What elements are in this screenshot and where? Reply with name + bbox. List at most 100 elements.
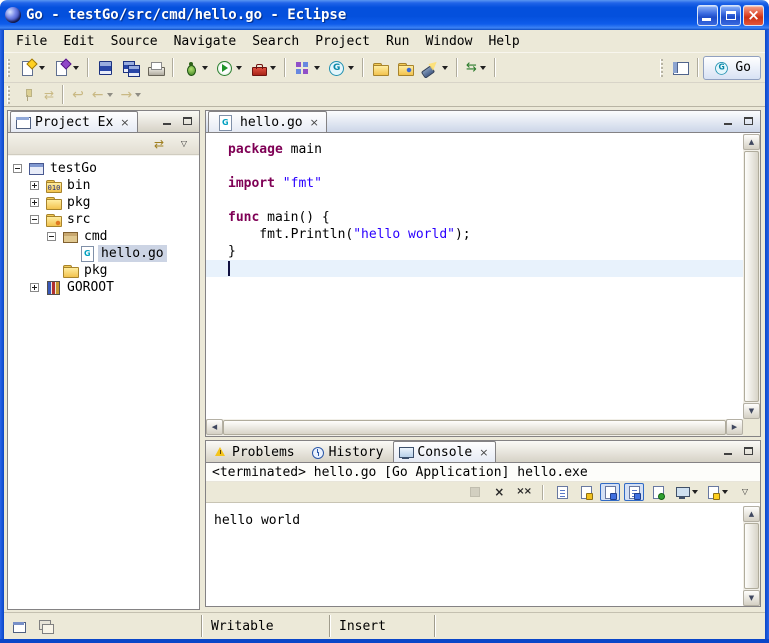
tree-item-hello-go[interactable]: hello.go <box>8 245 199 262</box>
maximize-button[interactable] <box>720 5 741 26</box>
console-view-menu-button[interactable]: ▽ <box>735 483 755 501</box>
titlebar[interactable]: Go - testGo/src/cmd/hello.go - Eclipse × <box>0 0 769 30</box>
new-wizard-button[interactable] <box>15 56 49 80</box>
open-resource-button[interactable] <box>368 56 393 80</box>
tree-expander-icon[interactable] <box>30 198 39 207</box>
display-console-button[interactable] <box>672 483 701 501</box>
toolbar-grip[interactable] <box>660 59 663 77</box>
tree-expander-icon[interactable] <box>30 181 39 190</box>
clear-console-button[interactable] <box>552 483 572 501</box>
editor-vscrollbar[interactable]: ▲ ▼ <box>743 134 760 419</box>
maximize-view-button[interactable] <box>179 114 195 128</box>
last-edit-location-button[interactable]: ↩ <box>68 85 88 105</box>
tree-expander-icon[interactable] <box>30 215 39 224</box>
code-line[interactable]: import "fmt" <box>206 175 743 192</box>
code-line[interactable]: package main <box>206 141 743 158</box>
open-console-button[interactable] <box>705 483 731 501</box>
menu-item-window[interactable]: Window <box>417 32 480 51</box>
tab-hello-go[interactable]: hello.go × <box>208 111 327 132</box>
close-tab-icon[interactable]: × <box>310 117 319 128</box>
code-area[interactable]: package main import "fmt" func main() { fm… <box>206 134 743 419</box>
code-line[interactable] <box>206 192 743 209</box>
vscroll-thumb[interactable] <box>744 151 759 402</box>
go-perspective-button[interactable]: Go <box>703 56 761 80</box>
code-line[interactable]: func main() { <box>206 209 743 226</box>
menu-item-navigate[interactable]: Navigate <box>166 32 245 51</box>
code-line[interactable]: } <box>206 243 743 260</box>
close-tab-icon[interactable]: × <box>479 447 488 458</box>
menu-item-file[interactable]: File <box>8 32 55 51</box>
scroll-lock-button[interactable] <box>576 483 596 501</box>
new-element-button[interactable] <box>49 56 83 80</box>
minimize-view-button[interactable] <box>720 444 736 458</box>
tree-item-cmd[interactable]: cmd <box>8 228 199 245</box>
scroll-up-icon[interactable]: ▲ <box>743 506 760 522</box>
search-button[interactable] <box>418 56 452 80</box>
maximize-view-button[interactable] <box>740 114 756 128</box>
tab-history[interactable]: History <box>305 441 392 462</box>
editor-hscrollbar[interactable]: ◀ ▶ <box>206 419 743 436</box>
menu-item-search[interactable]: Search <box>244 32 307 51</box>
remove-all-launches-button[interactable]: ×× <box>513 483 534 501</box>
console-output[interactable]: hello world ▲ ▼ <box>206 506 760 606</box>
scroll-down-icon[interactable]: ▼ <box>743 590 760 606</box>
scroll-left-icon[interactable]: ◀ <box>206 419 223 435</box>
tree-item-pkg[interactable]: pkg <box>8 262 199 279</box>
close-tab-icon[interactable]: × <box>120 117 129 128</box>
tree-expander-icon[interactable] <box>47 232 56 241</box>
print-button[interactable] <box>143 56 168 80</box>
code-line[interactable] <box>206 260 743 277</box>
open-perspective-button[interactable] <box>668 56 693 80</box>
tree-item-goroot[interactable]: GOROOT <box>8 279 199 296</box>
maximize-view-button[interactable] <box>740 444 756 458</box>
tree-item-src[interactable]: src <box>8 211 199 228</box>
menu-item-run[interactable]: Run <box>378 32 417 51</box>
show-output-button[interactable] <box>624 483 644 501</box>
tree-item-bin[interactable]: bin <box>8 177 199 194</box>
scroll-down-icon[interactable]: ▼ <box>743 403 760 419</box>
tree-item-testgo[interactable]: testGo <box>8 160 199 177</box>
sync-button[interactable]: ⇆ <box>462 56 490 80</box>
close-button[interactable]: × <box>743 5 764 26</box>
run-button[interactable] <box>212 56 246 80</box>
external-tools-button[interactable] <box>246 56 280 80</box>
hscroll-thumb[interactable] <box>223 420 726 435</box>
launch-status-icon[interactable] <box>37 618 54 635</box>
save-all-button[interactable] <box>118 56 143 80</box>
tree-expander-icon[interactable] <box>30 283 39 292</box>
code-line[interactable]: fmt.Println("hello world"); <box>206 226 743 243</box>
pin-editor-button[interactable] <box>15 85 40 105</box>
minimize-button[interactable] <box>697 5 718 26</box>
menu-item-project[interactable]: Project <box>307 32 378 51</box>
pin-console-button[interactable] <box>648 483 668 501</box>
menu-item-edit[interactable]: Edit <box>55 32 102 51</box>
debug-button[interactable] <box>178 56 212 80</box>
toolbar-grip[interactable] <box>7 86 10 104</box>
minimize-view-button[interactable] <box>720 114 736 128</box>
console-vscrollbar[interactable]: ▲ ▼ <box>743 506 760 606</box>
terminate-button[interactable] <box>465 483 485 501</box>
remove-launch-button[interactable]: × <box>489 483 509 501</box>
save-button[interactable] <box>93 56 118 80</box>
tree-item-pkg[interactable]: pkg <box>8 194 199 211</box>
tab-project-explorer[interactable]: Project Ex × <box>10 111 138 132</box>
tab-problems[interactable]: Problems <box>208 441 303 462</box>
scroll-up-icon[interactable]: ▲ <box>743 134 760 150</box>
tab-console[interactable]: Console× <box>393 441 496 462</box>
word-wrap-button[interactable] <box>600 483 620 501</box>
menu-item-source[interactable]: Source <box>103 32 166 51</box>
menu-item-help[interactable]: Help <box>480 32 527 51</box>
fast-view-icon[interactable] <box>12 618 29 635</box>
forward-button[interactable]: → <box>117 85 146 105</box>
new-go-file-button[interactable] <box>324 56 358 80</box>
new-go-package-button[interactable] <box>290 56 324 80</box>
code-line[interactable] <box>206 158 743 175</box>
explorer-view-menu-button[interactable]: ▽ <box>174 135 194 153</box>
minimize-view-button[interactable] <box>159 114 175 128</box>
link-editor-button[interactable]: ⇄ <box>40 85 58 105</box>
back-button[interactable]: ← <box>88 85 117 105</box>
tree-expander-icon[interactable] <box>13 164 22 173</box>
scroll-right-icon[interactable]: ▶ <box>726 419 743 435</box>
toolbar-grip[interactable] <box>7 59 10 77</box>
link-with-editor-button[interactable]: ⇄ <box>149 135 169 153</box>
